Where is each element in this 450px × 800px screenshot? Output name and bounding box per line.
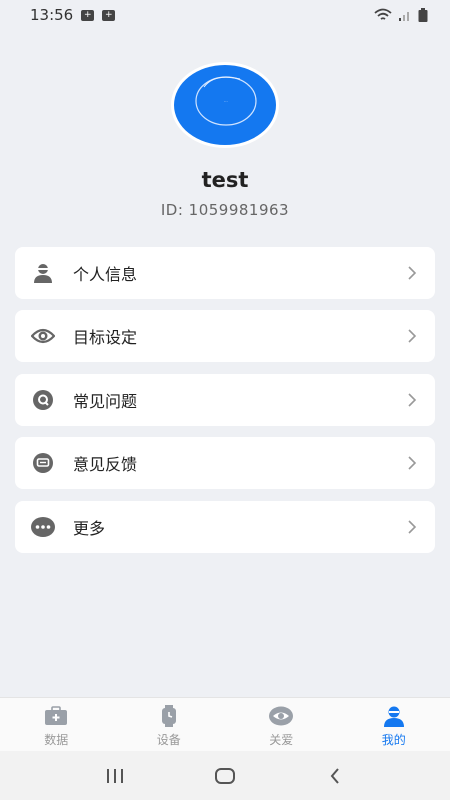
bottom-tab-bar: 数据 设备 关爱 我的 bbox=[0, 697, 450, 751]
system-nav-bar bbox=[0, 751, 450, 800]
chevron-right-icon bbox=[408, 266, 417, 280]
chevron-right-icon bbox=[408, 520, 417, 534]
profile-icon bbox=[382, 705, 406, 727]
feedback-message-icon bbox=[31, 451, 55, 475]
tab-device[interactable]: 设备 bbox=[113, 698, 226, 751]
target-eye-icon bbox=[31, 324, 55, 348]
menu-item-label: 意见反馈 bbox=[73, 455, 138, 474]
recent-apps-icon bbox=[107, 768, 123, 783]
recent-apps-button[interactable] bbox=[95, 761, 135, 791]
avatar[interactable]: ... bbox=[171, 62, 279, 148]
home-icon bbox=[215, 767, 235, 784]
signal-icon bbox=[399, 12, 409, 21]
more-dots-icon bbox=[31, 515, 55, 539]
notification-icon: + bbox=[81, 9, 95, 21]
faq-icon bbox=[31, 388, 55, 412]
svg-text:...: ... bbox=[224, 98, 228, 103]
home-button[interactable] bbox=[205, 761, 245, 791]
care-eye-icon bbox=[269, 705, 294, 727]
menu-item-personal-info[interactable]: 个人信息 bbox=[15, 247, 435, 299]
tab-label: 关爱 bbox=[269, 733, 294, 747]
tab-mine[interactable]: 我的 bbox=[338, 698, 450, 751]
menu-item-faq[interactable]: 常见问题 bbox=[15, 374, 435, 426]
battery-icon bbox=[418, 8, 428, 22]
user-id: ID: 1059981963 bbox=[160, 201, 290, 219]
medical-kit-icon bbox=[44, 705, 68, 727]
tab-data[interactable]: 数据 bbox=[0, 698, 113, 751]
notification-icon: + bbox=[102, 9, 116, 21]
menu-item-label: 目标设定 bbox=[73, 328, 138, 347]
back-button[interactable] bbox=[315, 761, 355, 791]
chevron-right-icon bbox=[408, 393, 417, 407]
chevron-right-icon bbox=[408, 456, 417, 470]
menu-item-feedback[interactable]: 意见反馈 bbox=[15, 437, 435, 489]
status-time: 13:56 bbox=[30, 6, 74, 24]
status-right bbox=[374, 8, 428, 22]
person-icon bbox=[31, 261, 55, 285]
menu-item-goal-setting[interactable]: 目标设定 bbox=[15, 310, 435, 362]
chevron-right-icon bbox=[408, 329, 417, 343]
wifi-icon bbox=[374, 8, 392, 20]
tab-label: 设备 bbox=[156, 733, 181, 747]
menu-item-label: 更多 bbox=[73, 519, 106, 538]
tab-care[interactable]: 关爱 bbox=[225, 698, 338, 751]
avatar-sketch-icon: ... bbox=[195, 76, 257, 126]
tab-label: 数据 bbox=[44, 733, 69, 747]
menu-item-label: 个人信息 bbox=[73, 265, 138, 284]
menu-item-label: 常见问题 bbox=[73, 392, 138, 411]
username: test bbox=[201, 168, 249, 192]
status-bar: 13:56 + + bbox=[0, 0, 450, 30]
menu-item-more[interactable]: 更多 bbox=[15, 501, 435, 553]
back-icon bbox=[330, 767, 339, 784]
watch-icon bbox=[157, 705, 181, 727]
tab-label: 我的 bbox=[381, 733, 406, 747]
avatar-image: ... bbox=[174, 65, 276, 145]
status-left: 13:56 + + bbox=[30, 6, 116, 24]
